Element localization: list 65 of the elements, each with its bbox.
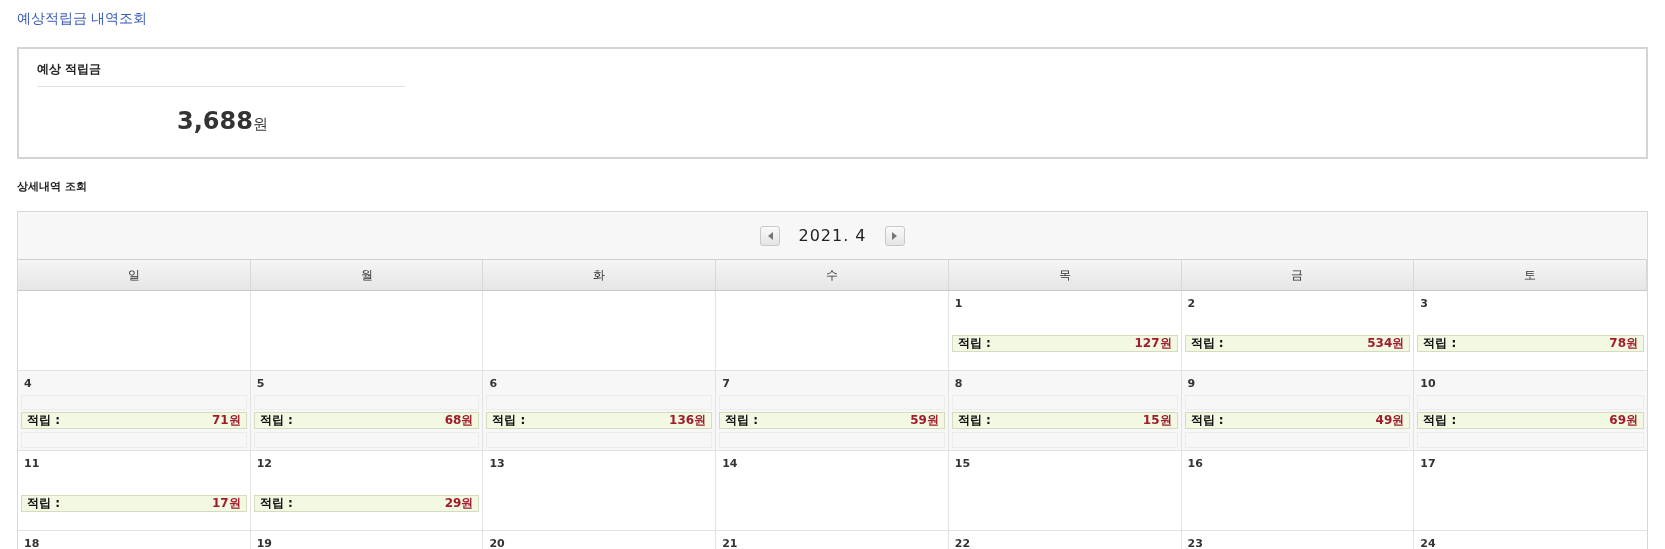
- day-number: 10: [1419, 377, 1437, 392]
- weekday-header: 토: [1414, 259, 1647, 291]
- entry-amount: 71원: [212, 412, 241, 430]
- entry-amount: 534원: [1367, 335, 1405, 352]
- day-number: 21: [721, 537, 739, 549]
- day-number: 19: [255, 537, 273, 549]
- day-number: 20: [488, 537, 506, 549]
- entry-amount: 29원: [444, 495, 474, 512]
- page-title: 예상적립금 내역조회: [17, 10, 149, 28]
- month-label: 2021. 4: [798, 226, 867, 245]
- day-number: 18: [23, 537, 41, 549]
- entry-label: 적립 :: [259, 495, 293, 512]
- day-number: 5: [255, 377, 266, 392]
- next-month-button[interactable]: [884, 225, 905, 246]
- day-number: 6: [488, 377, 499, 392]
- day-number: 8: [953, 377, 964, 392]
- entry-label: 적립 :: [957, 412, 991, 430]
- day-number: 16: [1186, 457, 1204, 472]
- entry-label: 적립 :: [1423, 412, 1457, 430]
- weekday-header: 일: [18, 259, 251, 291]
- entry-label: 적립 :: [1190, 412, 1224, 430]
- entry-label: 적립 :: [259, 412, 293, 430]
- summary-unit: 원: [252, 115, 268, 133]
- entry-amount: 49원: [1375, 412, 1405, 430]
- day-number: 23: [1186, 537, 1204, 549]
- day-number: 7: [721, 377, 731, 392]
- day-number: 22: [953, 537, 972, 549]
- day-number: 2: [1186, 297, 1197, 312]
- day-number: 17: [1419, 457, 1437, 472]
- summary-label: 예상 적립금: [37, 61, 405, 87]
- day-number: 4: [23, 377, 33, 392]
- day-number: 14: [721, 457, 739, 472]
- entry-amount: 78원: [1609, 335, 1638, 352]
- day-number: 9: [1186, 377, 1197, 392]
- day-number: 3: [1419, 297, 1429, 312]
- day-number: 12: [255, 457, 273, 472]
- right-triangle-icon: [892, 231, 898, 240]
- day-number: 1: [953, 297, 964, 312]
- previous-month-button[interactable]: [760, 225, 781, 246]
- entry-amount: 17원: [212, 495, 241, 512]
- day-number: 15: [953, 457, 972, 472]
- weekday-header: 수: [716, 259, 949, 291]
- entry-amount: 136원: [669, 412, 707, 430]
- entry-amount: 68원: [444, 412, 474, 430]
- weekday-header: 목: [948, 259, 1182, 291]
- entry-label: 적립 :: [492, 412, 526, 430]
- left-triangle-icon: [767, 231, 773, 240]
- weekday-header: 월: [250, 259, 484, 291]
- day-number: 11: [23, 457, 41, 472]
- section-title: 상세내역 조회: [17, 179, 88, 194]
- entry-label: 적립 :: [957, 335, 991, 352]
- entry-label: 적립 :: [1190, 335, 1224, 352]
- summary-amount: 3,688: [177, 107, 253, 135]
- entry-label: 적립 :: [1423, 335, 1457, 352]
- day-number: 13: [488, 457, 506, 472]
- weekday-header: 화: [483, 259, 717, 291]
- entry-amount: 69원: [1609, 412, 1638, 430]
- entry-amount: 15원: [1142, 412, 1172, 430]
- weekday-header: 금: [1181, 259, 1415, 291]
- entry-amount: 59원: [910, 412, 939, 430]
- day-number: 24: [1419, 537, 1437, 549]
- entry-label: 적립 :: [725, 412, 759, 430]
- entry-label: 적립 :: [27, 495, 60, 512]
- entry-label: 적립 :: [27, 412, 60, 430]
- entry-amount: 127원: [1134, 335, 1172, 352]
